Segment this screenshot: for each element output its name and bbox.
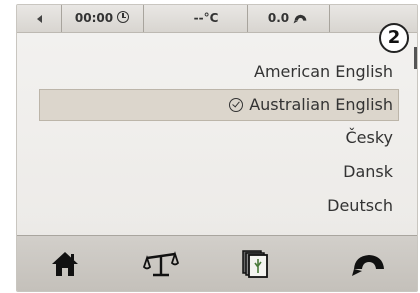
home-button[interactable]: [25, 236, 105, 291]
bottom-nav-bar: [17, 235, 417, 291]
temperature-value: --°C: [193, 11, 219, 25]
clock-icon: [117, 11, 130, 23]
eco-drive-button[interactable]: [329, 236, 409, 291]
temperature-display: --°C: [143, 5, 248, 32]
eco-car-icon: [352, 255, 384, 276]
back-button[interactable]: [17, 5, 62, 32]
language-list: American English Australian English Česk…: [17, 33, 417, 233]
list-item-label: Deutsch: [327, 196, 393, 215]
clock-time: 00:00: [74, 11, 114, 25]
list-fade: [17, 219, 417, 235]
pages-icon: [242, 250, 268, 278]
list-item-label: Česky: [345, 128, 393, 147]
list-item-australian-english-selected[interactable]: Australian English: [39, 89, 399, 121]
consumption-display: 0.0: [247, 5, 330, 32]
list-item-label: Australian English: [249, 95, 393, 114]
consumption-value: 0.0: [267, 11, 290, 25]
balance-button[interactable]: [121, 236, 201, 291]
head-unit-screen: 00:00 --°C 0.0 2 American English Austra…: [16, 4, 418, 292]
checkmark-icon: [229, 98, 244, 112]
balance-icon: [143, 251, 179, 277]
list-item-cesky[interactable]: Česky: [345, 123, 393, 153]
list-item-american-english[interactable]: American English: [254, 57, 393, 87]
back-arrow-icon: [36, 14, 42, 23]
eco-car-small-icon: [293, 14, 307, 24]
list-item-label: American English: [254, 62, 393, 81]
status-bar: 00:00 --°C 0.0: [17, 5, 417, 33]
clock-display: 00:00: [61, 5, 144, 32]
list-item-label: Dansk: [343, 162, 393, 181]
list-item-deutsch[interactable]: Deutsch: [327, 191, 393, 221]
list-item-dansk[interactable]: Dansk: [343, 157, 393, 187]
pages-button[interactable]: [215, 236, 295, 291]
home-icon: [52, 252, 78, 276]
